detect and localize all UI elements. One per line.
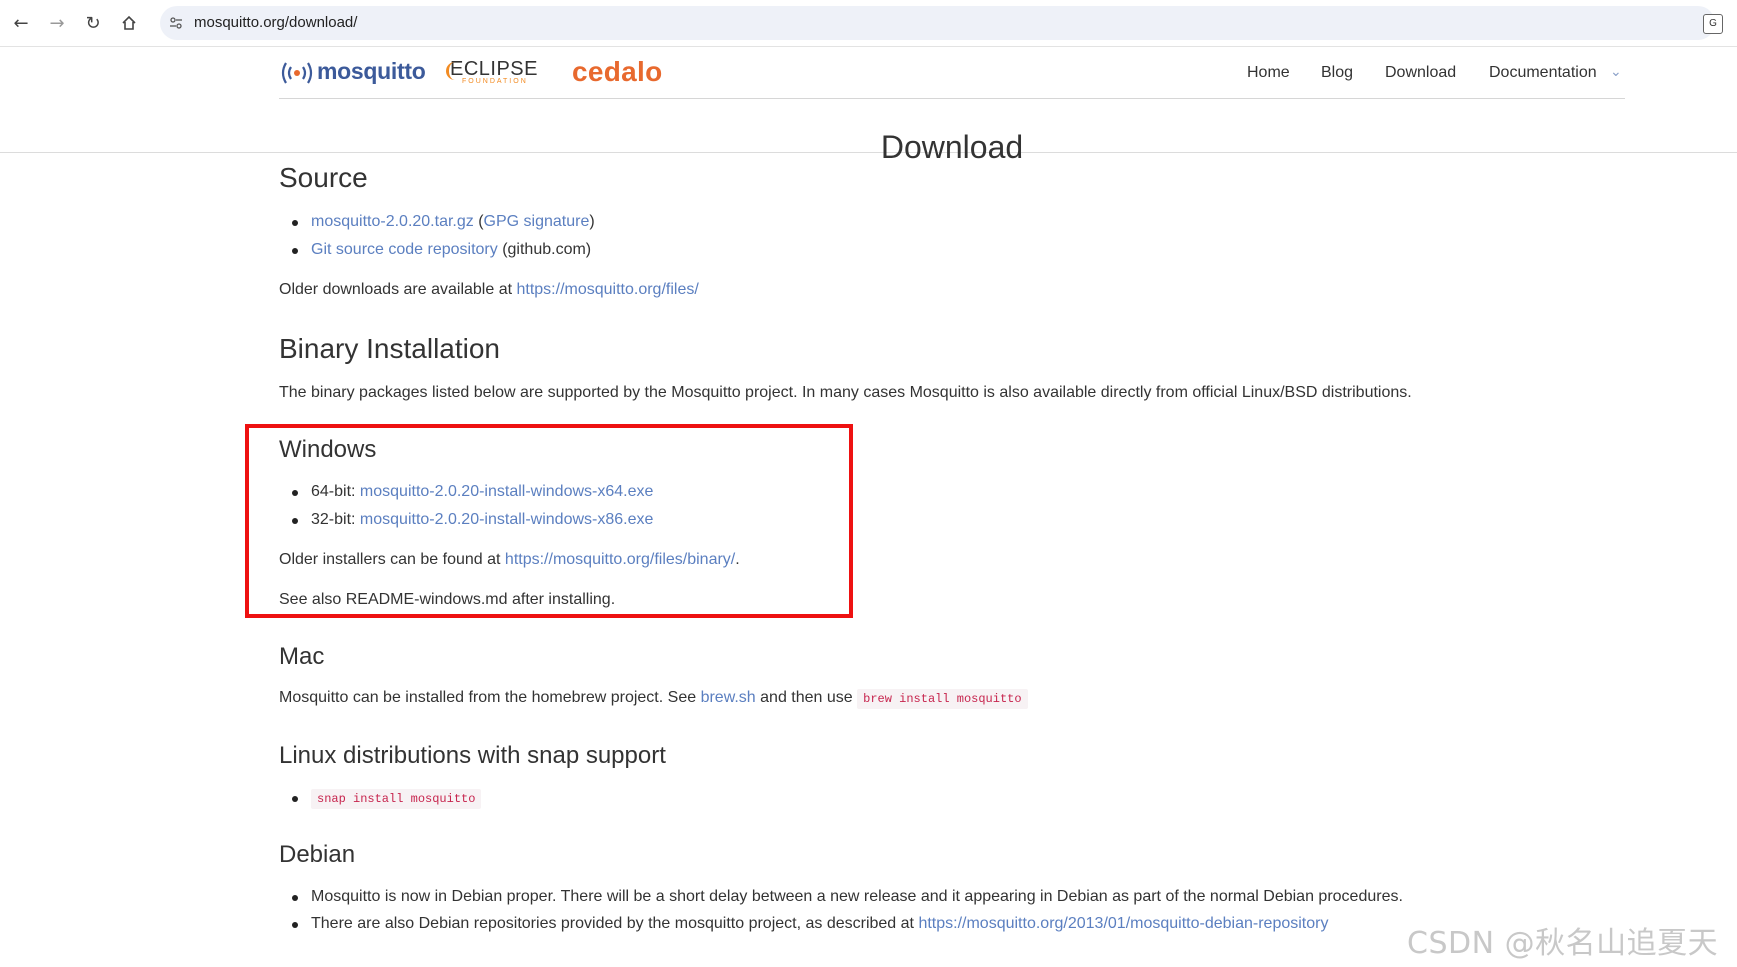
mac-heading: Mac	[279, 643, 325, 670]
back-arrow-icon[interactable]: ←	[8, 10, 34, 36]
tarball-link[interactable]: mosquitto-2.0.20.tar.gz	[311, 213, 474, 230]
older-downloads-link[interactable]: https://mosquitto.org/files/	[516, 281, 698, 298]
debian-repository-link[interactable]: https://mosquitto.org/2013/01/mosquitto-…	[918, 915, 1328, 932]
address-bar[interactable]: mosquitto.org/download/ G	[160, 6, 1723, 40]
forward-arrow-icon[interactable]: →	[44, 10, 70, 36]
binary-intro-text: The binary packages listed below are sup…	[279, 384, 1412, 401]
chevron-down-icon[interactable]: ⌄	[1610, 63, 1622, 80]
brew-install-command: brew install mosquitto	[857, 689, 1028, 709]
site-header: mosquitto ECLIPSE FOUNDATION cedalo Home…	[0, 46, 1737, 165]
nav-documentation[interactable]: Documentation	[1489, 64, 1597, 82]
list-item: There are also Debian repositories provi…	[291, 915, 1329, 932]
mosquitto-signal-icon	[281, 61, 313, 84]
mosquitto-logo[interactable]: mosquitto	[279, 58, 426, 85]
csdn-watermark: CSDN @秋名山追夏天	[1407, 926, 1719, 961]
home-icon[interactable]	[116, 10, 142, 36]
header-divider	[279, 98, 1625, 99]
git-repository-link[interactable]: Git source code repository	[311, 241, 498, 258]
url-text[interactable]: mosquitto.org/download/	[194, 14, 357, 31]
translate-icon[interactable]: G	[1703, 14, 1723, 34]
nav-blog[interactable]: Blog	[1321, 64, 1353, 82]
cedalo-logo[interactable]: cedalo	[572, 56, 663, 88]
eclipse-logo-subtext: FOUNDATION	[462, 78, 528, 85]
reload-icon[interactable]: ↻	[80, 10, 106, 36]
nav-home[interactable]: Home	[1247, 64, 1290, 82]
snap-heading: Linux distributions with snap support	[279, 742, 666, 769]
list-item: Git source code repository (github.com)	[291, 241, 592, 259]
gpg-signature-link[interactable]: GPG signature	[484, 213, 590, 230]
mac-instructions: Mosquitto can be installed from the home…	[279, 689, 1028, 709]
page-title: Download	[880, 129, 1024, 166]
debian-heading: Debian	[279, 841, 356, 868]
list-item: snap install mosquitto	[291, 789, 482, 809]
git-suffix: (github.com)	[502, 241, 592, 258]
list-item: mosquitto-2.0.20.tar.gz (GPG signature)	[292, 213, 595, 230]
snap-install-command: snap install mosquitto	[311, 789, 482, 809]
source-heading: Source	[279, 162, 368, 193]
windows-highlight-box	[245, 424, 853, 618]
eclipse-logo[interactable]: ECLIPSE FOUNDATION	[446, 58, 538, 85]
brew-sh-link[interactable]: brew.sh	[701, 689, 756, 706]
binary-installation-heading: Binary Installation	[279, 333, 501, 364]
nav-download[interactable]: Download	[1385, 64, 1456, 82]
mosquitto-logo-text: mosquitto	[317, 58, 426, 84]
site-info-icon[interactable]	[164, 11, 188, 35]
browser-toolbar: ← → ↻ mosquitto.org/download/ G	[0, 0, 1737, 47]
eclipse-arc-icon	[446, 62, 459, 80]
older-downloads-text: Older downloads are available at https:/…	[279, 281, 699, 298]
list-item: Mosquitto is now in Debian proper. There…	[292, 888, 1403, 905]
